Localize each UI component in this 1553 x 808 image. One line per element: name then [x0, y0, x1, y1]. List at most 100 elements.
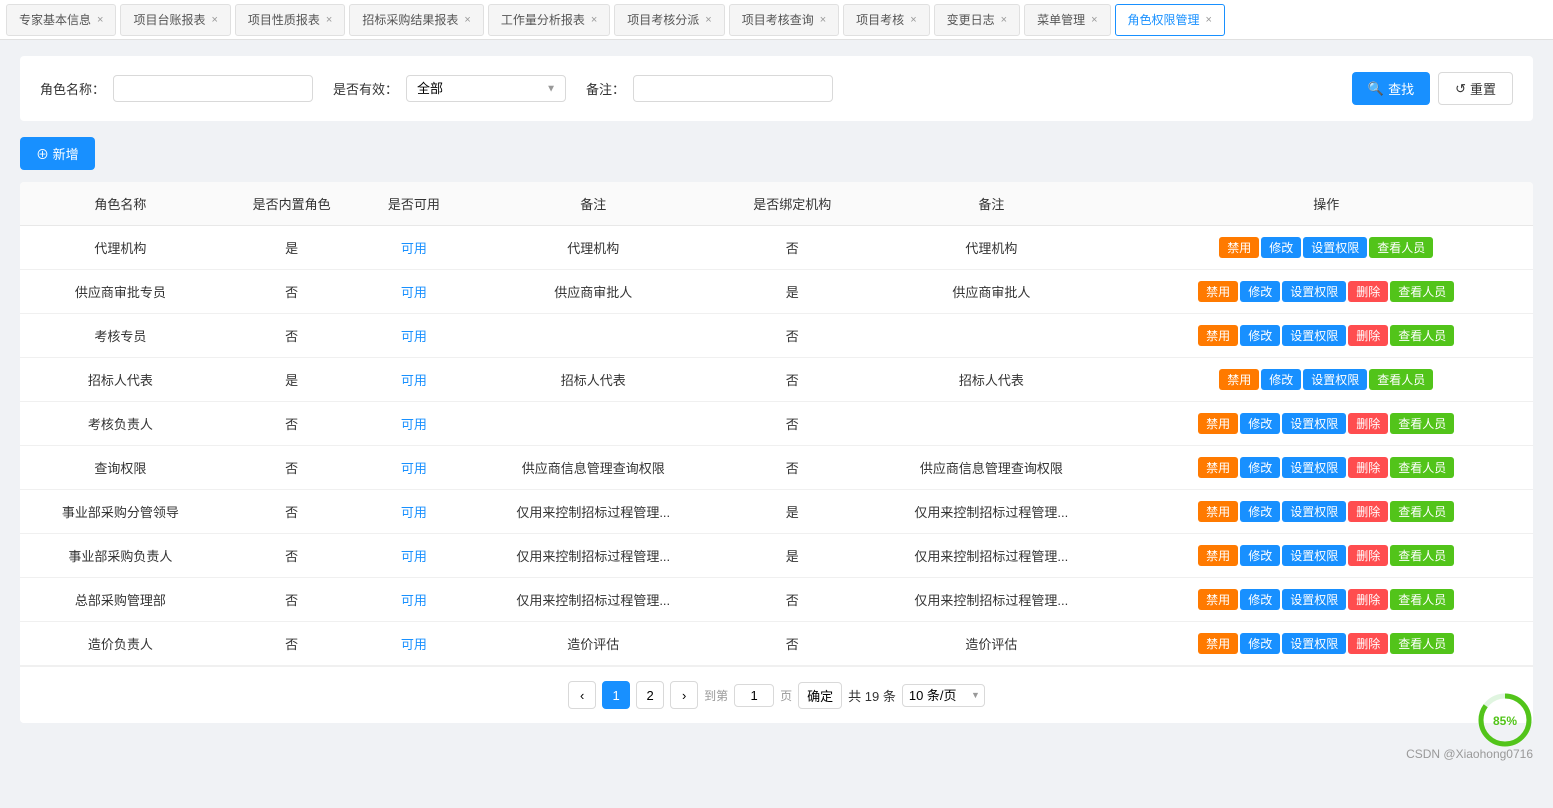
- action-禁用-button[interactable]: 禁用: [1219, 237, 1259, 258]
- action-设置权限-button[interactable]: 设置权限: [1282, 501, 1346, 522]
- action-禁用-button[interactable]: 禁用: [1198, 325, 1238, 346]
- reset-button[interactable]: ↺ 重置: [1438, 72, 1513, 105]
- table-wrapper: 角色名称是否内置角色是否可用备注是否绑定机构备注操作 代理机构是可用代理机构否代…: [20, 182, 1533, 723]
- action-删除-button[interactable]: 删除: [1348, 589, 1388, 610]
- action-设置权限-button[interactable]: 设置权限: [1282, 633, 1346, 654]
- tab-tab4[interactable]: 招标采购结果报表×: [349, 4, 483, 36]
- tab-close-icon[interactable]: ×: [591, 14, 597, 26]
- action-修改-button[interactable]: 修改: [1240, 545, 1280, 566]
- tab-tab7[interactable]: 项目考核查询×: [729, 4, 839, 36]
- action-查看人员-button[interactable]: 查看人员: [1390, 325, 1454, 346]
- tab-close-icon[interactable]: ×: [705, 14, 711, 26]
- tab-close-icon[interactable]: ×: [326, 14, 332, 26]
- tab-close-icon[interactable]: ×: [1001, 14, 1007, 26]
- search-button[interactable]: 🔍 查找: [1352, 72, 1430, 105]
- is-valid-select[interactable]: 全部是否: [406, 75, 566, 102]
- action-修改-button[interactable]: 修改: [1240, 457, 1280, 478]
- tab-close-icon[interactable]: ×: [211, 14, 217, 26]
- action-修改-button[interactable]: 修改: [1261, 237, 1301, 258]
- tab-tab2[interactable]: 项目台账报表×: [120, 4, 230, 36]
- action-禁用-button[interactable]: 禁用: [1198, 633, 1238, 654]
- action-修改-button[interactable]: 修改: [1240, 413, 1280, 434]
- tab-tab10[interactable]: 菜单管理 ×: [1024, 4, 1110, 36]
- reset-button-label: 重置: [1470, 79, 1496, 98]
- action-禁用-button[interactable]: 禁用: [1198, 281, 1238, 302]
- action-查看人员-button[interactable]: 查看人员: [1390, 413, 1454, 434]
- action-禁用-button[interactable]: 禁用: [1198, 413, 1238, 434]
- action-修改-button[interactable]: 修改: [1240, 633, 1280, 654]
- action-查看人员-button[interactable]: 查看人员: [1390, 633, 1454, 654]
- page-1-button[interactable]: 1: [602, 681, 630, 709]
- action-删除-button[interactable]: 删除: [1348, 325, 1388, 346]
- tab-close-icon[interactable]: ×: [1206, 14, 1212, 26]
- action-设置权限-button[interactable]: 设置权限: [1303, 369, 1367, 390]
- action-设置权限-button[interactable]: 设置权限: [1282, 325, 1346, 346]
- action-删除-button[interactable]: 删除: [1348, 501, 1388, 522]
- tab-tab9[interactable]: 变更日志 ×: [934, 4, 1020, 36]
- tab-tab6[interactable]: 项目考核分派×: [614, 4, 724, 36]
- prev-page-button[interactable]: ‹: [568, 681, 596, 709]
- action-查看人员-button[interactable]: 查看人员: [1390, 545, 1454, 566]
- remark-input[interactable]: [633, 75, 833, 102]
- table-cell: 仅用来控制招标过程管理...: [863, 490, 1119, 534]
- action-设置权限-button[interactable]: 设置权限: [1282, 413, 1346, 434]
- tab-close-icon[interactable]: ×: [464, 14, 470, 26]
- action-查看人员-button[interactable]: 查看人员: [1369, 369, 1433, 390]
- page-2-button[interactable]: 2: [636, 681, 664, 709]
- table-cell: 造价负责人: [20, 622, 221, 666]
- tab-tab8[interactable]: 项目考核×: [843, 4, 929, 36]
- action-删除-button[interactable]: 删除: [1348, 281, 1388, 302]
- table-cell: 造价评估: [465, 622, 721, 666]
- tab-close-icon[interactable]: ×: [97, 14, 103, 26]
- action-禁用-button[interactable]: 禁用: [1198, 545, 1238, 566]
- page-confirm-button[interactable]: 确定: [798, 682, 842, 709]
- tab-close-icon[interactable]: ×: [910, 14, 916, 26]
- action-设置权限-button[interactable]: 设置权限: [1282, 281, 1346, 302]
- table-row: 造价负责人否可用造价评估否造价评估禁用修改设置权限删除查看人员: [20, 622, 1533, 666]
- total-info: 共 19 条: [848, 686, 896, 705]
- action-删除-button[interactable]: 删除: [1348, 413, 1388, 434]
- page-goto-input[interactable]: [734, 684, 774, 707]
- table-cell: 供应商审批人: [863, 270, 1119, 314]
- action-设置权限-button[interactable]: 设置权限: [1282, 545, 1346, 566]
- tab-label: 菜单管理: [1037, 11, 1085, 28]
- action-设置权限-button[interactable]: 设置权限: [1282, 457, 1346, 478]
- svg-text:85%: 85%: [1493, 714, 1517, 728]
- add-button[interactable]: ⊕ 新增: [20, 137, 95, 170]
- action-查看人员-button[interactable]: 查看人员: [1390, 281, 1454, 302]
- next-page-button[interactable]: ›: [670, 681, 698, 709]
- action-删除-button[interactable]: 删除: [1348, 545, 1388, 566]
- role-name-input[interactable]: [113, 75, 313, 102]
- tab-tab1[interactable]: 专家基本信息×: [6, 4, 116, 36]
- action-查看人员-button[interactable]: 查看人员: [1390, 589, 1454, 610]
- action-修改-button[interactable]: 修改: [1240, 589, 1280, 610]
- action-禁用-button[interactable]: 禁用: [1219, 369, 1259, 390]
- action-设置权限-button[interactable]: 设置权限: [1282, 589, 1346, 610]
- action-查看人员-button[interactable]: 查看人员: [1369, 237, 1433, 258]
- action-禁用-button[interactable]: 禁用: [1198, 589, 1238, 610]
- tab-tab5[interactable]: 工作量分析报表×: [488, 4, 610, 36]
- action-删除-button[interactable]: 删除: [1348, 633, 1388, 654]
- tab-close-icon[interactable]: ×: [820, 14, 826, 26]
- action-修改-button[interactable]: 修改: [1261, 369, 1301, 390]
- action-禁用-button[interactable]: 禁用: [1198, 457, 1238, 478]
- tab-close-icon[interactable]: ×: [1091, 14, 1097, 26]
- action-查看人员-button[interactable]: 查看人员: [1390, 501, 1454, 522]
- action-设置权限-button[interactable]: 设置权限: [1303, 237, 1367, 258]
- action-修改-button[interactable]: 修改: [1240, 325, 1280, 346]
- tab-label: 变更日志: [947, 11, 995, 28]
- action-禁用-button[interactable]: 禁用: [1198, 501, 1238, 522]
- roles-table: 角色名称是否内置角色是否可用备注是否绑定机构备注操作 代理机构是可用代理机构否代…: [20, 182, 1533, 666]
- table-cell: 仅用来控制招标过程管理...: [465, 534, 721, 578]
- action-修改-button[interactable]: 修改: [1240, 501, 1280, 522]
- table-cell: 仅用来控制招标过程管理...: [863, 578, 1119, 622]
- tab-tab11[interactable]: 角色权限管理×: [1115, 4, 1225, 36]
- page-size-select[interactable]: 10 条/页20 条/页50 条/页100 条/页: [902, 684, 985, 707]
- table-cell: 可用: [363, 358, 466, 402]
- column-header: 是否内置角色: [221, 182, 363, 226]
- table-row: 考核专员否可用否禁用修改设置权限删除查看人员: [20, 314, 1533, 358]
- action-删除-button[interactable]: 删除: [1348, 457, 1388, 478]
- action-查看人员-button[interactable]: 查看人员: [1390, 457, 1454, 478]
- action-修改-button[interactable]: 修改: [1240, 281, 1280, 302]
- tab-tab3[interactable]: 项目性质报表×: [235, 4, 345, 36]
